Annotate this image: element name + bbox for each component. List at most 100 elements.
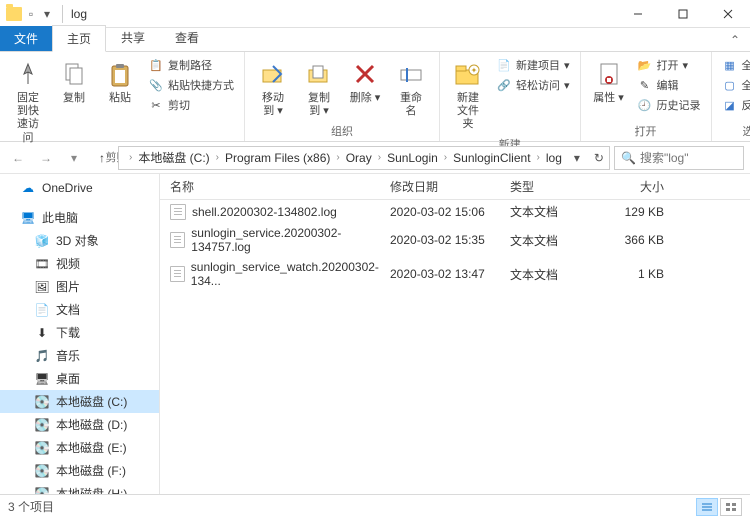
- tab-file[interactable]: 文件: [0, 26, 52, 51]
- tab-view[interactable]: 查看: [160, 24, 214, 51]
- sidebar-item-label: 本地磁盘 (C:): [56, 393, 127, 410]
- new-item-button[interactable]: 📄新建项目 ▾: [494, 56, 572, 74]
- column-date[interactable]: 修改日期: [390, 178, 510, 195]
- sidebar-onedrive[interactable]: ☁OneDrive: [0, 178, 159, 198]
- sidebar-item-label: 本地磁盘 (E:): [56, 439, 127, 456]
- breadcrumb-segment[interactable]: SunLogin: [383, 151, 442, 165]
- column-headers[interactable]: 名称 修改日期 类型 大小: [160, 174, 750, 200]
- folder-icon: [6, 7, 22, 21]
- minimize-button[interactable]: [615, 0, 660, 28]
- rename-button[interactable]: 重命名: [391, 56, 431, 121]
- easy-access-button[interactable]: 🔗轻松访问 ▾: [494, 76, 572, 94]
- file-row[interactable]: sunlogin_service.20200302-134757.log2020…: [160, 223, 750, 257]
- sidebar-item-label: 视频: [56, 255, 80, 272]
- tab-share[interactable]: 共享: [106, 24, 160, 51]
- file-type: 文本文档: [510, 266, 600, 283]
- breadcrumb-segment[interactable]: 本地磁盘 (C:): [134, 149, 213, 166]
- history-button[interactable]: 🕘历史记录: [635, 96, 703, 114]
- chevron-right-icon[interactable]: ›: [442, 152, 449, 163]
- delete-button[interactable]: 删除 ▾: [345, 56, 385, 121]
- copy-path-button[interactable]: 📋复制路径: [146, 56, 236, 74]
- sidebar-item[interactable]: 🎵音乐: [0, 344, 159, 367]
- breadcrumb-segment[interactable]: log: [542, 151, 566, 165]
- ribbon-group-organize: 移动到 ▾ 复制到 ▾ 删除 ▾ 重命名 组织: [245, 52, 440, 141]
- nav-back-button[interactable]: ←: [6, 146, 30, 170]
- refresh-button[interactable]: ↻: [588, 147, 610, 169]
- new-folder-button[interactable]: ✦ 新建 文件夹: [448, 56, 488, 134]
- invert-selection-button[interactable]: ◪反向选择: [720, 96, 750, 114]
- breadcrumb-segment[interactable]: Program Files (x86): [221, 151, 334, 165]
- status-text: 3 个项目: [8, 498, 54, 515]
- file-date: 2020-03-02 15:06: [390, 205, 510, 219]
- icons-view-button[interactable]: [720, 498, 742, 516]
- sidebar-item[interactable]: 🎞 视频: [0, 252, 159, 275]
- drive-icon: ⬇: [34, 326, 50, 340]
- nav-recent-button[interactable]: ▾: [62, 146, 86, 170]
- sidebar-item[interactable]: 🖼图片: [0, 275, 159, 298]
- sidebar-item-label: 本地磁盘 (F:): [56, 462, 126, 479]
- address-bar[interactable]: › 本地磁盘 (C:) › Program Files (x86) › Oray…: [118, 146, 610, 170]
- drive-icon: 💽: [34, 395, 50, 409]
- chevron-right-icon[interactable]: ›: [127, 152, 134, 163]
- sidebar-item[interactable]: 💽 本地磁盘 (C:): [0, 390, 159, 413]
- properties-button[interactable]: 属性 ▾: [589, 56, 629, 121]
- svg-text:✦: ✦: [471, 66, 478, 75]
- sidebar-item-label: 下载: [56, 324, 80, 341]
- breadcrumb-segment[interactable]: SunloginClient: [449, 151, 534, 165]
- search-box[interactable]: 🔍: [614, 146, 744, 170]
- file-type: 文本文档: [510, 232, 600, 249]
- drive-icon: 💽: [34, 441, 50, 455]
- move-to-button[interactable]: 移动到 ▾: [253, 56, 293, 121]
- sidebar-this-pc[interactable]: 🖥此电脑: [0, 206, 159, 229]
- sidebar-item[interactable]: 💽 本地磁盘 (E:): [0, 436, 159, 459]
- copy-to-button[interactable]: 复制到 ▾: [299, 56, 339, 121]
- chevron-right-icon[interactable]: ›: [334, 152, 341, 163]
- qat-dropdown-icon[interactable]: ▾: [40, 7, 54, 21]
- breadcrumb-segment[interactable]: Oray: [342, 151, 376, 165]
- sidebar-item-label: 本地磁盘 (H:): [56, 485, 127, 494]
- qat-icon[interactable]: ▫: [24, 7, 38, 21]
- nav-pane[interactable]: ☁OneDrive 🖥此电脑 🧊3D 对象🎞视频🖼图片📄文档⬇下载🎵音乐🖥桌面💽…: [0, 174, 160, 494]
- sidebar-item[interactable]: 📄文档: [0, 298, 159, 321]
- sidebar-item-label: 3D 对象: [56, 232, 99, 249]
- file-row[interactable]: shell.20200302-134802.log2020-03-02 15:0…: [160, 200, 750, 223]
- ribbon-collapse-button[interactable]: ⌃: [720, 29, 750, 51]
- ribbon-group-clipboard: 固定到快 速访问 复制 粘贴 📋复制路径 📎粘贴快捷方式 ✂剪切 剪贴板: [0, 52, 245, 141]
- pin-to-quick-access-button[interactable]: 固定到快 速访问: [8, 56, 48, 147]
- sidebar-item[interactable]: 💽本地磁盘 (H:): [0, 482, 159, 494]
- paste-shortcut-button[interactable]: 📎粘贴快捷方式: [146, 76, 236, 94]
- sidebar-item[interactable]: 🧊3D 对象: [0, 229, 159, 252]
- sidebar-item[interactable]: 💽本地磁盘 (F:): [0, 459, 159, 482]
- sidebar-item[interactable]: ⬇ 下载: [0, 321, 159, 344]
- paste-button[interactable]: 粘贴: [100, 56, 140, 147]
- column-name[interactable]: 名称: [160, 178, 390, 195]
- copy-button[interactable]: 复制: [54, 56, 94, 147]
- sidebar-item[interactable]: 💽本地磁盘 (D:): [0, 413, 159, 436]
- search-input[interactable]: [640, 151, 737, 165]
- chevron-right-icon[interactable]: ›: [214, 152, 221, 163]
- sidebar-item-label: 本地磁盘 (D:): [56, 416, 127, 433]
- drive-icon: 🎵: [34, 349, 50, 363]
- column-size[interactable]: 大小: [600, 178, 680, 195]
- address-dropdown-button[interactable]: ▾: [566, 147, 588, 169]
- tab-home[interactable]: 主页: [52, 25, 106, 52]
- open-button[interactable]: 📂打开 ▾: [635, 56, 703, 74]
- select-all-button[interactable]: ▦全部选择: [720, 56, 750, 74]
- nav-forward-button[interactable]: →: [34, 146, 58, 170]
- sidebar-item[interactable]: 🖥桌面: [0, 367, 159, 390]
- chevron-right-icon[interactable]: ›: [535, 152, 542, 163]
- ribbon-group-open: 属性 ▾ 📂打开 ▾ ✎编辑 🕘历史记录 打开: [581, 52, 712, 141]
- file-row[interactable]: sunlogin_service_watch.20200302-134...20…: [160, 257, 750, 291]
- details-view-button[interactable]: [696, 498, 718, 516]
- drive-icon: 🎞: [34, 257, 50, 271]
- edit-button[interactable]: ✎编辑: [635, 76, 703, 94]
- chevron-right-icon[interactable]: ›: [376, 152, 383, 163]
- file-icon: [170, 266, 185, 282]
- nav-up-button[interactable]: ↑: [90, 146, 114, 170]
- cut-button[interactable]: ✂剪切: [146, 96, 236, 114]
- file-icon: [170, 232, 185, 248]
- select-none-button[interactable]: ▢全部取消: [720, 76, 750, 94]
- column-type[interactable]: 类型: [510, 178, 600, 195]
- close-button[interactable]: [705, 0, 750, 28]
- maximize-button[interactable]: [660, 0, 705, 28]
